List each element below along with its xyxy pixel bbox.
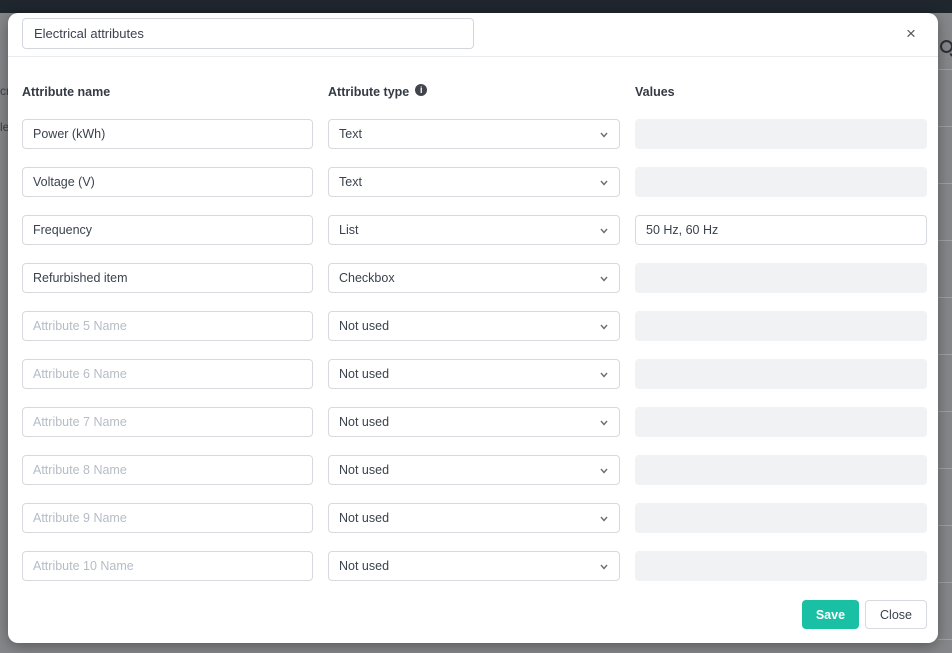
chevron-down-icon <box>600 276 608 282</box>
attribute-values-input-disabled <box>635 455 927 485</box>
select-value: Text <box>339 127 362 141</box>
select-value: Not used <box>339 319 389 333</box>
attribute-type-select[interactable]: Not used <box>328 311 620 341</box>
attribute-name-input[interactable] <box>22 359 313 389</box>
dimmed-text-fragment: cr <box>0 84 8 98</box>
chevron-down-icon <box>600 564 608 570</box>
search-icon <box>940 40 952 53</box>
attribute-name-input[interactable] <box>22 263 313 293</box>
attribute-values-input-disabled <box>635 407 927 437</box>
attribute-type-select[interactable]: Not used <box>328 455 620 485</box>
select-value: Not used <box>339 511 389 525</box>
attribute-type-select[interactable]: List <box>328 215 620 245</box>
attribute-name-input[interactable] <box>22 551 313 581</box>
select-value: Not used <box>339 559 389 573</box>
select-value: List <box>339 223 358 237</box>
attribute-name-input[interactable] <box>22 215 313 245</box>
attribute-values-input-disabled <box>635 167 927 197</box>
chevron-down-icon <box>600 228 608 234</box>
chevron-down-icon <box>600 468 608 474</box>
modal-body: Attribute name Attribute type i Values T… <box>8 57 938 584</box>
attribute-name-input[interactable] <box>22 311 313 341</box>
select-value: Checkbox <box>339 271 395 285</box>
close-icon[interactable]: × <box>900 23 922 45</box>
attribute-type-select[interactable]: Checkbox <box>328 263 620 293</box>
close-button[interactable]: Close <box>865 600 927 629</box>
chevron-down-icon <box>600 180 608 186</box>
attribute-type-select[interactable]: Text <box>328 119 620 149</box>
chevron-down-icon <box>600 132 608 138</box>
dimmed-page-right <box>938 13 952 653</box>
dimmed-page-left: cr le <box>0 13 8 653</box>
attribute-values-input-disabled <box>635 551 927 581</box>
attribute-set-title-input[interactable] <box>22 18 474 49</box>
attributes-modal: × Attribute name Attribute type i Values… <box>8 13 938 643</box>
chevron-down-icon <box>600 420 608 426</box>
attribute-values-input-disabled <box>635 311 927 341</box>
dimmed-text-fragment: le <box>0 120 8 134</box>
select-value: Not used <box>339 463 389 477</box>
attribute-rows: Text Text List Checkbox <box>22 119 927 581</box>
attribute-type-select[interactable]: Not used <box>328 503 620 533</box>
chevron-down-icon <box>600 324 608 330</box>
attribute-name-input[interactable] <box>22 455 313 485</box>
attribute-type-select[interactable]: Not used <box>328 407 620 437</box>
save-button[interactable]: Save <box>802 600 859 629</box>
chevron-down-icon <box>600 372 608 378</box>
attribute-name-input[interactable] <box>22 503 313 533</box>
modal-footer: Save Close <box>8 600 938 643</box>
attribute-name-input[interactable] <box>22 407 313 437</box>
attribute-type-select[interactable]: Not used <box>328 359 620 389</box>
modal-header: × <box>8 13 938 57</box>
attribute-values-input-disabled <box>635 263 927 293</box>
attribute-type-select[interactable]: Text <box>328 167 620 197</box>
attribute-name-input[interactable] <box>22 167 313 197</box>
chevron-down-icon <box>600 516 608 522</box>
attribute-name-header: Attribute name <box>22 85 313 99</box>
select-value: Text <box>339 175 362 189</box>
info-icon[interactable]: i <box>415 84 427 96</box>
attribute-values-input-disabled <box>635 503 927 533</box>
attribute-type-select[interactable]: Not used <box>328 551 620 581</box>
attribute-type-header: Attribute type i <box>328 85 620 99</box>
values-header: Values <box>635 85 927 99</box>
select-value: Not used <box>339 415 389 429</box>
attribute-values-input[interactable] <box>635 215 927 245</box>
select-value: Not used <box>339 367 389 381</box>
column-headers: Attribute name Attribute type i Values <box>22 85 927 99</box>
app-top-bar <box>0 0 952 13</box>
attribute-values-input-disabled <box>635 359 927 389</box>
attribute-values-input-disabled <box>635 119 927 149</box>
attribute-name-input[interactable] <box>22 119 313 149</box>
